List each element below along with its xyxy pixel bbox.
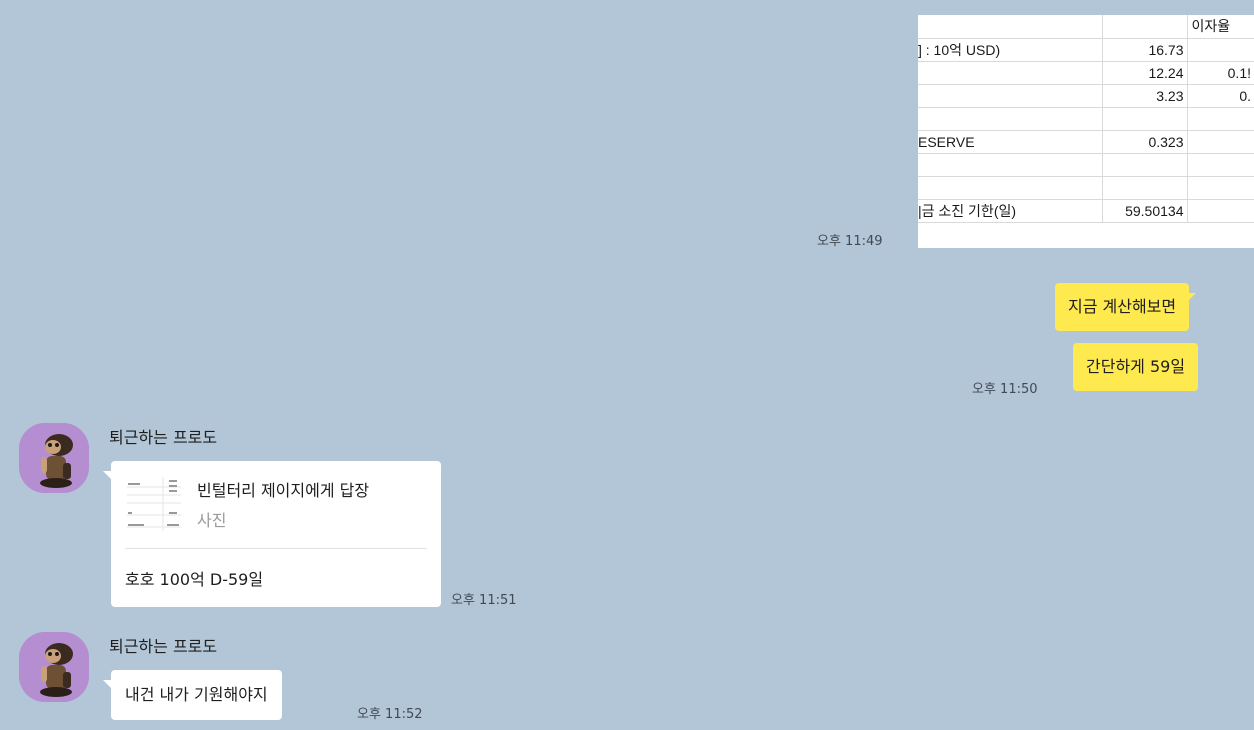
sheet-cell [1187,107,1254,131]
sheet-cell: ] : 10억 USD) [918,38,1103,62]
message-time: 오후 11:52 [357,707,423,722]
spreadsheet-image[interactable]: 이자율 ] : 10억 USD) 16.73 12.24 0.1! 3.23 0… [918,15,1254,248]
sheet-cell: |금 소진 기한(일) [918,199,1103,223]
sheet-header-row: 이자율 [918,15,1254,39]
sheet-row [918,153,1254,177]
message-time: 오후 11:49 [817,234,883,249]
sheet-cell [918,15,1103,39]
replied-image-thumbnail [125,475,183,533]
spreadsheet-table: 이자율 ] : 10억 USD) 16.73 12.24 0.1! 3.23 0… [918,15,1254,223]
sheet-cell: 0.1! [1187,61,1254,85]
sheet-cell [1102,153,1188,177]
sheet-row: 12.24 0.1! [918,61,1254,85]
sheet-row: ] : 10억 USD) 16.73 [918,38,1254,62]
sheet-cell [918,176,1103,200]
sheet-row [918,107,1254,131]
reply-divider [125,548,427,549]
reply-target-title: 빈털터리 제이지에게 답장 [197,481,370,500]
sender-name: 퇴근하는 프로도 [109,637,218,656]
friend-avatar[interactable] [19,423,89,493]
sheet-cell [918,61,1103,85]
sheet-cell: 이자율 [1187,15,1254,39]
message-time: 오후 11:51 [451,593,517,608]
sheet-row: 3.23 0. [918,84,1254,108]
sheet-cell: 59.50134 [1102,199,1188,223]
sheet-cell [918,107,1103,131]
sheet-cell [1187,38,1254,62]
friend-avatar[interactable] [19,632,89,702]
reply-message-bubble[interactable]: 빈털터리 제이지에게 답장 사진 호호 100억 D-59일 [103,461,441,607]
sender-name: 퇴근하는 프로도 [109,428,218,447]
sheet-cell [1102,176,1188,200]
message-text: 호호 100억 D-59일 [125,570,264,589]
message-text: 내건 내가 기원해야지 [125,685,268,704]
sheet-cell: 0.323 [1102,130,1188,154]
sheet-row [918,176,1254,200]
my-message-bubble[interactable]: 지금 계산해보면 [1055,283,1197,331]
my-message-bubble[interactable]: 간단하게 59일 [1073,343,1199,391]
frodo-character-icon [19,632,89,702]
sheet-cell [918,84,1103,108]
sheet-cell [1187,153,1254,177]
sheet-cell [1102,15,1188,39]
sheet-cell [918,153,1103,177]
sheet-cell: 0. [1187,84,1254,108]
reply-target-type: 사진 [197,511,227,530]
sheet-cell [1187,199,1254,223]
sheet-cell: 16.73 [1102,38,1188,62]
sheet-cell: 12.24 [1102,61,1188,85]
sheet-cell [1187,130,1254,154]
frodo-character-icon [19,423,89,493]
sheet-row: |금 소진 기한(일) 59.50134 [918,199,1254,223]
message-bubble[interactable]: 내건 내가 기원해야지 [103,670,282,720]
sheet-cell: ESERVE [918,130,1103,154]
sheet-cell [1187,176,1254,200]
sheet-cell: 3.23 [1102,84,1188,108]
message-time: 오후 11:50 [972,382,1038,397]
sheet-row: ESERVE 0.323 [918,130,1254,154]
sheet-cell [1102,107,1188,131]
